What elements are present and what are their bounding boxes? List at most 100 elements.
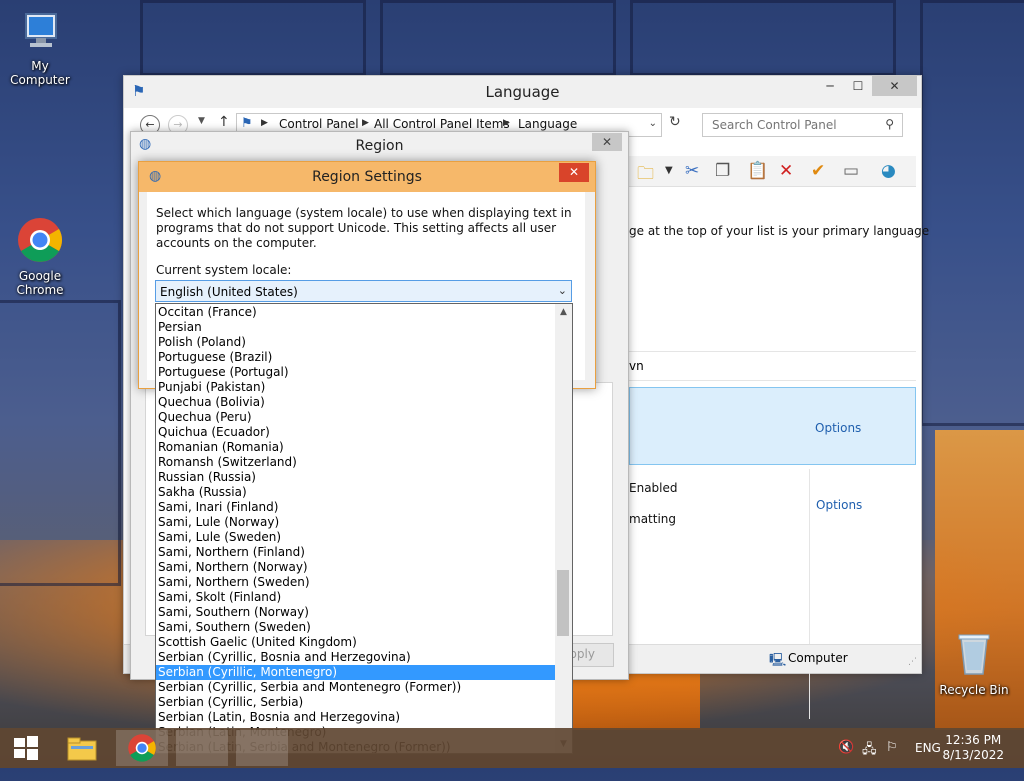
region-window-title: Region [355, 138, 404, 154]
locale-option[interactable]: Russian (Russia) [156, 470, 556, 485]
region-settings-titlebar[interactable]: ◍ Region Settings ✕ [139, 162, 595, 192]
scrollbar-thumb[interactable] [557, 570, 569, 636]
search-input[interactable] [710, 117, 874, 133]
locale-option[interactable]: Sami, Northern (Finland) [156, 545, 556, 560]
volume-muted-icon[interactable]: 🔇 [838, 740, 854, 780]
breadcrumb-all-items[interactable]: All Control Panel Items [374, 117, 510, 131]
locale-label: Current system locale: [156, 263, 292, 277]
address-dropdown-icon[interactable]: ⌄ [649, 118, 657, 129]
control-panel-icon: ⚑ [241, 116, 253, 131]
recent-pages-icon[interactable]: ▼ [198, 116, 205, 126]
desktop-icon-recycle-bin[interactable]: Recycle Bin [934, 630, 1014, 697]
scroll-up-icon[interactable]: ▲ [555, 304, 572, 321]
system-clock[interactable]: 12:36 PM 8/13/2022 [942, 733, 1004, 763]
locale-option[interactable]: Scottish Gaelic (United Kingdom) [156, 635, 556, 650]
locale-option[interactable]: Portuguese (Portugal) [156, 365, 556, 380]
locale-option[interactable]: Sami, Southern (Norway) [156, 605, 556, 620]
locale-option[interactable]: Sami, Lule (Norway) [156, 515, 556, 530]
copy-icon[interactable]: ❐ [715, 161, 730, 181]
options-link[interactable]: Options [815, 421, 861, 435]
folder-icon [67, 737, 97, 761]
locale-option[interactable]: Quechua (Bolivia) [156, 395, 556, 410]
shell-icon[interactable]: ◕ [881, 161, 896, 181]
locale-option[interactable]: Occitan (France) [156, 305, 556, 320]
language-content-pane: 🗀 ▼ ✂ ❐ 📋 ✕ ✔ ▭ ◕ ge at the top of your … [629, 156, 929, 719]
language-description: ge at the top of your list is your prima… [629, 224, 930, 238]
properties-icon[interactable]: ▭ [843, 161, 859, 181]
windows-logo-icon [14, 736, 38, 760]
options-link[interactable]: Options [816, 498, 862, 512]
locale-option[interactable]: Serbian (Cyrillic, Serbia) [156, 695, 556, 710]
up-arrow-icon[interactable]: ↑ [218, 114, 230, 130]
locale-option[interactable]: Sami, Northern (Norway) [156, 560, 556, 575]
wallpaper-pane [140, 0, 366, 76]
search-box[interactable]: ⚲ [702, 113, 903, 137]
locale-description: Select which language (system locale) to… [156, 206, 572, 250]
locale-option[interactable]: Serbian (Cyrillic, Serbia and Montenegro… [156, 680, 556, 695]
breadcrumb-language[interactable]: Language [518, 117, 577, 131]
cut-icon[interactable]: ✂ [685, 161, 699, 181]
locale-dropdown-list[interactable]: Occitan (France) Persian Polish (Poland) Po… [155, 303, 573, 754]
system-locale-select[interactable]: English (United States) ⌄ [155, 280, 572, 302]
action-center-icon[interactable]: ⚐ [886, 740, 898, 780]
desktop-icon-label: My Computer [10, 59, 70, 87]
checkmark-icon[interactable]: ✔ [811, 161, 825, 181]
search-icon[interactable]: ⚲ [885, 117, 894, 131]
maximize-button[interactable]: ☐ [844, 76, 872, 96]
minimize-button[interactable]: ─ [816, 76, 844, 96]
breadcrumb-control-panel[interactable]: Control Panel [279, 117, 359, 131]
column-divider [809, 469, 810, 719]
selected-locale-value: English (United States) [160, 285, 298, 299]
network-icon[interactable]: 🖧 [862, 740, 877, 780]
taskbar-control-panel[interactable] [236, 730, 288, 766]
input-language-indicator[interactable]: ENG [915, 741, 941, 781]
locale-option[interactable]: Persian [156, 320, 556, 335]
locale-option[interactable]: Sami, Lule (Sweden) [156, 530, 556, 545]
breadcrumb-separator-icon: ▶ [503, 118, 510, 128]
paste-icon[interactable]: 📋 [747, 161, 768, 181]
desktop-icon-label: Recycle Bin [939, 683, 1009, 697]
locale-option[interactable]: Romanian (Romania) [156, 440, 556, 455]
desktop-icon-google-chrome[interactable]: Google Chrome [0, 216, 80, 297]
taskbar-app-window[interactable] [176, 730, 228, 766]
locale-option[interactable]: Sami, Inari (Finland) [156, 500, 556, 515]
language-row-selected[interactable]: Options [629, 387, 916, 465]
computer-icon [0, 10, 80, 57]
delete-icon[interactable]: ✕ [779, 161, 793, 181]
dropdown-scrollbar[interactable]: ▲ ▼ [555, 304, 572, 753]
language-window-title: Language [485, 83, 560, 101]
column-header-label: vn [629, 359, 644, 373]
wallpaper-pane [920, 0, 1024, 426]
dialog-close-button[interactable]: ✕ [559, 163, 589, 182]
locale-option[interactable]: Serbian (Latin, Bosnia and Herzegovina) [156, 710, 556, 725]
region-close-button[interactable]: ✕ [592, 133, 622, 151]
locale-option[interactable]: Sami, Skolt (Finland) [156, 590, 556, 605]
language-titlebar[interactable]: ⚑ Language ─ ☐ ✕ [124, 76, 921, 108]
close-button[interactable]: ✕ [872, 76, 917, 96]
locale-options: Occitan (France) Persian Polish (Poland) Po… [156, 305, 556, 753]
locale-option[interactable]: Sami, Northern (Sweden) [156, 575, 556, 590]
locale-option[interactable]: Sakha (Russia) [156, 485, 556, 500]
locale-option[interactable]: Serbian (Cyrillic, Montenegro) [156, 665, 556, 680]
locale-option[interactable]: Punjabi (Pakistan) [156, 380, 556, 395]
resize-grip-icon[interactable]: ⋰ [908, 657, 917, 667]
start-button[interactable] [0, 730, 52, 766]
wallpaper-pane [630, 0, 896, 76]
locale-option[interactable]: Romansh (Switzerland) [156, 455, 556, 470]
taskbar-chrome[interactable] [116, 730, 168, 766]
locale-option[interactable]: Quechua (Peru) [156, 410, 556, 425]
locale-option[interactable]: Portuguese (Brazil) [156, 350, 556, 365]
dropdown-arrow-icon[interactable]: ▼ [665, 165, 673, 176]
refresh-icon[interactable]: ↻ [669, 114, 681, 130]
desktop-icon-my-computer[interactable]: My Computer [0, 10, 80, 87]
desktop-icon-label: Google Chrome [16, 269, 64, 297]
breadcrumb-separator-icon: ▶ [362, 118, 369, 128]
taskbar-file-explorer[interactable] [56, 730, 108, 766]
locale-option[interactable]: Serbian (Cyrillic, Bosnia and Herzegovin… [156, 650, 556, 665]
locale-option[interactable]: Polish (Poland) [156, 335, 556, 350]
folder-check-icon[interactable]: 🗀 [637, 161, 654, 190]
chevron-down-icon: ⌄ [557, 284, 567, 297]
clock-time: 12:36 PM [945, 733, 1002, 747]
locale-option[interactable]: Sami, Southern (Sweden) [156, 620, 556, 635]
locale-option[interactable]: Quichua (Ecuador) [156, 425, 556, 440]
